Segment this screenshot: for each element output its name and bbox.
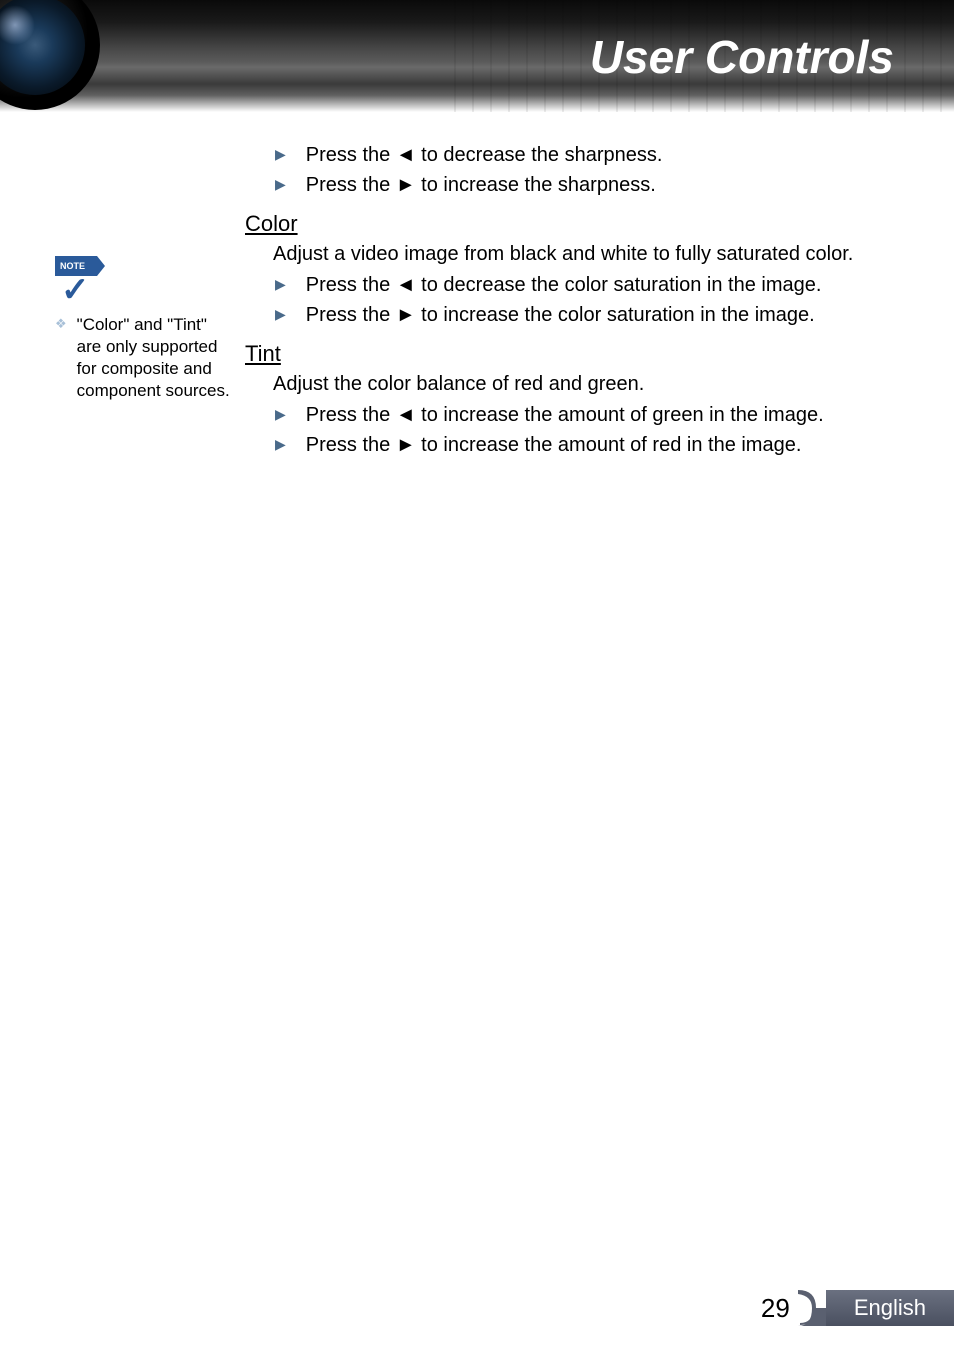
tint-heading: Tint — [245, 341, 894, 367]
list-item: ▶ Press the ◄ to decrease the sharpness. — [275, 142, 894, 169]
page-number: 29 — [761, 1293, 790, 1324]
footer-curve-icon — [798, 1290, 826, 1326]
sharpness-bullets: ▶ Press the ◄ to decrease the sharpness.… — [275, 142, 894, 199]
color-bullets: ▶ Press the ◄ to decrease the color satu… — [275, 272, 894, 329]
chevron-right-icon: ▶ — [275, 146, 286, 163]
color-heading: Color — [245, 211, 894, 237]
checkmark-icon: ✓ — [61, 270, 90, 310]
header-banner: User Controls — [0, 0, 954, 112]
sidebar-note: NOTE ✓ ❖ "Color" and "Tint" are only sup… — [55, 256, 230, 402]
chevron-right-icon: ▶ — [275, 176, 286, 193]
diamond-icon: ❖ — [55, 316, 67, 332]
chevron-right-icon: ▶ — [275, 276, 286, 293]
chevron-right-icon: ▶ — [275, 406, 286, 423]
color-intro: Adjust a video image from black and whit… — [273, 241, 894, 268]
page-title: User Controls — [590, 30, 894, 84]
lens-graphic — [0, 0, 130, 112]
bullet-text: Press the ◄ to decrease the color satura… — [306, 272, 822, 299]
bullet-text: Press the ◄ to increase the amount of gr… — [306, 402, 824, 429]
bullet-text: Press the ► to increase the sharpness. — [306, 172, 656, 199]
list-item: ▶ Press the ◄ to increase the amount of … — [275, 402, 894, 429]
bullet-text: Press the ◄ to decrease the sharpness. — [306, 142, 663, 169]
list-item: ▶ Press the ◄ to decrease the color satu… — [275, 272, 894, 299]
bullet-text: Press the ► to increase the color satura… — [306, 302, 815, 329]
chevron-right-icon: ▶ — [275, 436, 286, 453]
bullet-text: Press the ► to increase the amount of re… — [306, 432, 802, 459]
list-item: ▶ Press the ► to increase the color satu… — [275, 302, 894, 329]
chevron-right-icon: ▶ — [275, 306, 286, 323]
note-text: "Color" and "Tint" are only supported fo… — [77, 314, 230, 402]
tint-intro: Adjust the color balance of red and gree… — [273, 371, 894, 398]
tint-bullets: ▶ Press the ◄ to increase the amount of … — [275, 402, 894, 459]
footer: 29 English — [761, 1290, 954, 1326]
note-item: ❖ "Color" and "Tint" are only supported … — [55, 314, 230, 402]
list-item: ▶ Press the ► to increase the sharpness. — [275, 172, 894, 199]
language-label: English — [826, 1290, 954, 1326]
note-icon: NOTE ✓ — [55, 256, 107, 302]
list-item: ▶ Press the ► to increase the amount of … — [275, 432, 894, 459]
